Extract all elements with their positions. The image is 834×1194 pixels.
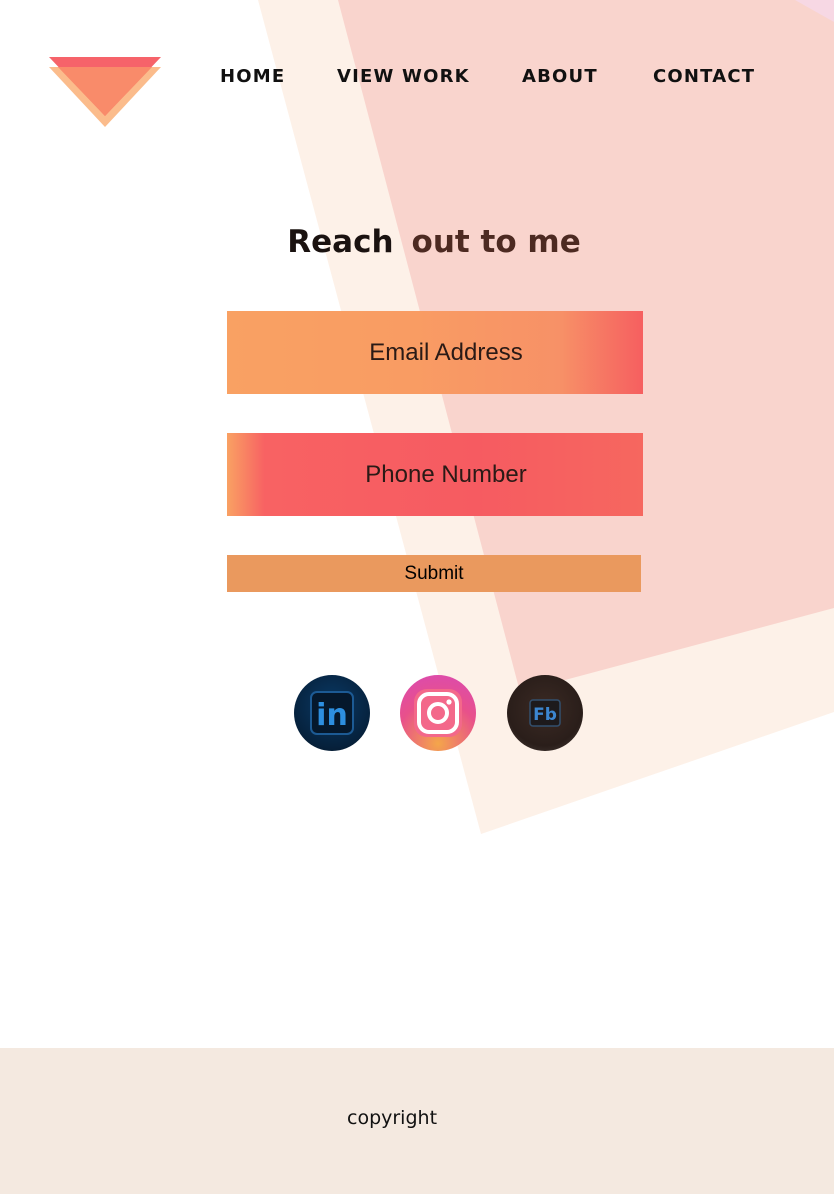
email-field[interactable] xyxy=(227,311,643,394)
nav-view-work-link[interactable]: VIEW WORK xyxy=(337,66,470,88)
facebook-link[interactable]: Fb xyxy=(507,675,583,751)
copyright-text: copyright xyxy=(347,1107,438,1129)
submit-button[interactable]: Submit xyxy=(227,555,641,592)
heading-words-out-to-me: out to me xyxy=(411,224,581,260)
nav-home-link[interactable]: HOME xyxy=(220,66,285,88)
instagram-link[interactable] xyxy=(400,675,476,751)
logo-triangle-icon[interactable] xyxy=(48,56,162,128)
facebook-icon-text: Fb xyxy=(533,705,557,725)
page-heading: Reach out to me xyxy=(0,220,834,264)
instagram-icon xyxy=(414,689,462,737)
nav-about-link[interactable]: ABOUT xyxy=(522,66,598,88)
nav-contact-link[interactable]: CONTACT xyxy=(653,66,755,88)
facebook-icon: Fb xyxy=(529,699,561,727)
footer: copyright xyxy=(0,1048,834,1194)
heading-word-reach: Reach xyxy=(287,224,394,260)
background-shapes xyxy=(258,0,834,834)
linkedin-icon-text: in xyxy=(316,698,348,733)
linkedin-icon: in xyxy=(310,691,354,735)
phone-field[interactable] xyxy=(227,433,643,516)
linkedin-link[interactable]: in xyxy=(294,675,370,751)
